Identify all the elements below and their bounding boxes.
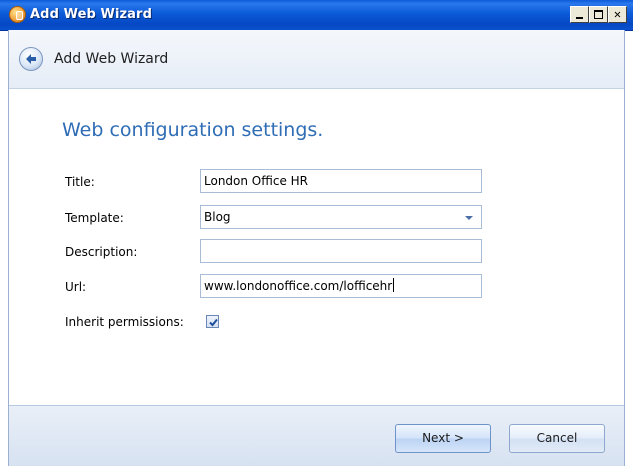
back-button[interactable] <box>19 47 43 71</box>
template-label: Template: <box>65 211 124 225</box>
app-icon <box>9 6 26 23</box>
checkmark-icon <box>209 318 218 327</box>
minimize-icon <box>576 17 583 19</box>
wizard-footer: Next > Cancel <box>9 405 624 466</box>
description-field[interactable] <box>200 239 482 263</box>
description-input[interactable] <box>204 240 478 262</box>
template-selected-value: Blog <box>204 210 231 224</box>
back-arrow-icon <box>26 54 36 64</box>
frame-right <box>624 30 625 466</box>
close-icon: ✕ <box>613 7 622 21</box>
title-field[interactable] <box>200 169 482 193</box>
chevron-down-icon[interactable] <box>465 216 473 220</box>
title-bar[interactable]: Add Web Wizard ✕ <box>0 0 633 31</box>
inherit-permissions-label: Inherit permissions: <box>65 315 184 329</box>
next-button[interactable]: Next > <box>395 424 491 453</box>
wizard-window: Add Web Wizard ✕ Add Web Wizard Web conf… <box>0 0 633 474</box>
text-caret <box>393 278 395 292</box>
title-input[interactable] <box>204 170 478 192</box>
maximize-icon <box>594 10 603 19</box>
wizard-content: Web configuration settings. Title: Templ… <box>9 89 624 405</box>
template-dropdown[interactable]: Blog <box>200 205 482 229</box>
section-title: Web configuration settings. <box>62 119 324 141</box>
description-label: Description: <box>65 245 138 259</box>
header-title: Add Web Wizard <box>54 51 169 67</box>
minimize-button[interactable] <box>570 6 589 23</box>
title-label: Title: <box>65 175 95 189</box>
inherit-permissions-checkbox[interactable] <box>206 315 219 328</box>
wizard-header: Add Web Wizard <box>9 30 624 89</box>
close-button[interactable]: ✕ <box>608 6 627 23</box>
url-input[interactable]: www.londonoffice.com/lofficehr <box>204 279 392 293</box>
url-label: Url: <box>65 280 87 294</box>
cancel-button[interactable]: Cancel <box>509 424 605 453</box>
window-title: Add Web Wizard <box>30 7 152 22</box>
maximize-button[interactable] <box>589 6 608 23</box>
url-field[interactable]: www.londonoffice.com/lofficehr <box>200 274 482 298</box>
